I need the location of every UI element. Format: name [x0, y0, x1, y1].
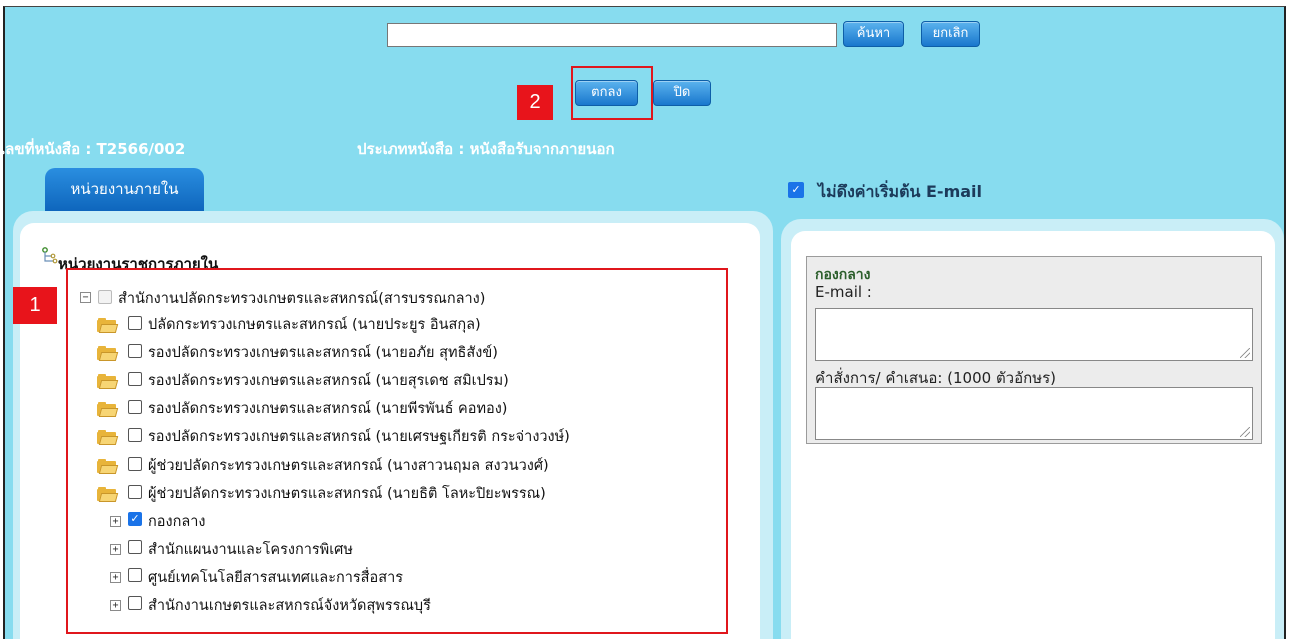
- org-tree-icon: [42, 247, 58, 264]
- callout-1-highlight: [66, 268, 728, 634]
- resize-grip-icon[interactable]: [1240, 348, 1250, 358]
- email-label: E-mail :: [815, 283, 872, 301]
- search-input[interactable]: [387, 23, 837, 47]
- doc-type: ประเภทหนังสือ : หนังสือรับจากภายนอก: [357, 140, 615, 158]
- tab-internal-units[interactable]: หน่วยงานภายใน: [45, 168, 204, 213]
- email-textarea[interactable]: [815, 308, 1253, 361]
- search-button[interactable]: ค้นหา: [843, 21, 904, 47]
- no-default-email-checkbox[interactable]: ✓: [788, 182, 804, 198]
- cancel-button[interactable]: ยกเลิก: [921, 21, 980, 47]
- comment-textarea[interactable]: [815, 387, 1253, 440]
- resize-grip-icon[interactable]: [1240, 427, 1250, 437]
- doc-number: เลขที่หนังสือ : T2566/002: [0, 140, 186, 158]
- callout-2-label: 2: [517, 85, 553, 120]
- callout-2-highlight: [571, 66, 653, 120]
- callout-1-label: 1: [13, 287, 57, 324]
- no-default-email-label: ไม่ดึงค่าเริ่มต้น E-mail: [818, 182, 982, 201]
- close-button[interactable]: ปิด: [653, 80, 711, 106]
